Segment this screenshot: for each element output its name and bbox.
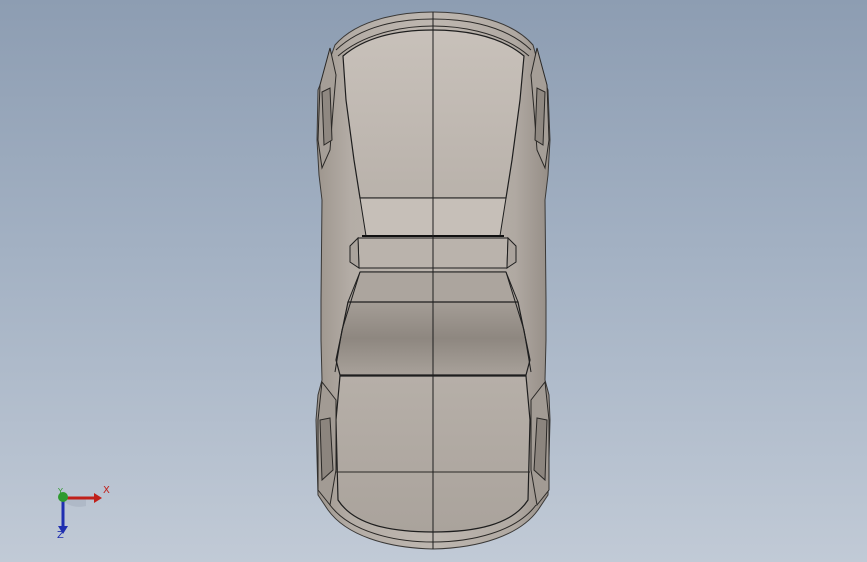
- orientation-triad: X Y Z: [52, 482, 122, 544]
- graphics-viewport[interactable]: X Y Z: [0, 0, 867, 562]
- y-axis-label: Y: [58, 487, 63, 496]
- x-axis-label: X: [103, 485, 110, 496]
- z-axis-label: Z: [57, 530, 64, 541]
- right-mirror: [534, 87, 546, 146]
- left-mirror: [321, 87, 333, 146]
- car-body-model[interactable]: [0, 0, 867, 562]
